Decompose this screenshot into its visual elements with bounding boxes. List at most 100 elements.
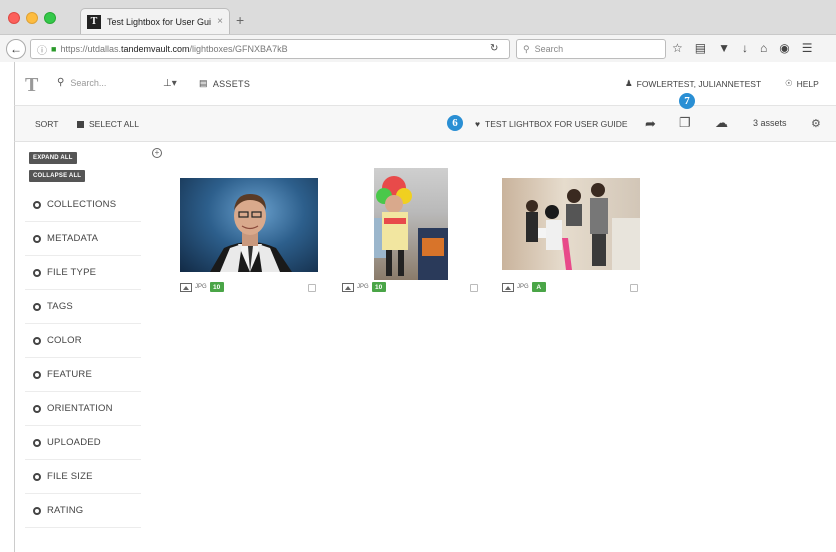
callout-marker-6: 6 — [447, 115, 463, 131]
facet-orientation[interactable]: ORIENTATION — [25, 392, 141, 426]
expand-circle-icon — [33, 438, 41, 447]
asset-meta: JPG 10 — [180, 282, 224, 292]
settings-gear-icon[interactable]: ⚙ — [811, 117, 821, 130]
facet-file-size[interactable]: FILE SIZE — [25, 460, 141, 494]
user-menu[interactable]: ♟ FOWLERTEST, JULIANNETEST — [625, 78, 761, 89]
assets-label: ASSETS — [212, 78, 251, 89]
minimize-window-button[interactable] — [26, 12, 38, 24]
heart-icon: ♥ — [475, 119, 481, 129]
checkbox-square-icon — [77, 120, 84, 128]
facet-label: FEATURE — [47, 369, 93, 380]
facet-label: ORIENTATION — [47, 403, 113, 414]
asset-select-checkbox[interactable] — [630, 284, 638, 292]
facet-feature[interactable]: FEATURE — [25, 358, 141, 392]
pocket-icon[interactable]: ▼ — [718, 41, 730, 55]
maximize-window-button[interactable] — [44, 12, 56, 24]
url-text: https://utdallas.tandemvault.com/lightbo… — [60, 44, 288, 54]
new-tab-button[interactable]: + — [236, 12, 244, 28]
lightbox-title-dropdown[interactable]: ♥ TEST LIGHTBOX FOR USER GUIDE — [475, 119, 628, 129]
image-file-icon — [502, 282, 514, 292]
facet-metadata[interactable]: METADATA — [25, 222, 141, 256]
expand-circle-icon — [33, 472, 41, 481]
reload-icon[interactable]: ↻ — [490, 43, 498, 54]
facet-uploaded[interactable]: UPLOADED — [25, 426, 141, 460]
expand-circle-icon — [33, 200, 41, 209]
facet-tags[interactable]: TAGS — [25, 290, 141, 324]
url-bar[interactable]: ⓘ ■ https://utdallas.tandemvault.com/lig… — [30, 39, 510, 59]
expand-circle-icon — [33, 268, 41, 277]
info-icon[interactable]: ⓘ — [37, 42, 47, 57]
portrait-photo — [210, 194, 292, 272]
user-icon: ♟ — [625, 78, 633, 88]
asset-select-checkbox[interactable] — [470, 284, 478, 292]
image-file-icon — [342, 282, 354, 292]
select-all-label: SELECT ALL — [89, 119, 139, 129]
tab-close-icon[interactable]: × — [217, 16, 223, 27]
menu-icon[interactable]: ☰ — [802, 41, 813, 55]
facet-file-type[interactable]: FILE TYPE — [25, 256, 141, 290]
app-search-placeholder: Search... — [70, 77, 107, 88]
add-circle-icon[interactable]: + — [152, 148, 162, 158]
lock-icon: ■ — [51, 44, 57, 54]
bookmark-star-icon[interactable]: ☆ — [672, 41, 683, 55]
facet-label: RATING — [47, 505, 84, 516]
select-all-button[interactable]: SELECT ALL — [77, 119, 139, 129]
asset-thumbnail-costume[interactable] — [374, 168, 448, 280]
facet-label: COLLECTIONS — [47, 199, 117, 210]
help-label: HELP — [796, 78, 819, 89]
asset-grid: + JPG 10 JPG 10 JPG A — [150, 142, 836, 540]
facet-label: UPLOADED — [47, 437, 101, 448]
help-link[interactable]: ☉ HELP — [785, 78, 819, 89]
file-type: JPG — [195, 284, 207, 290]
asset-meta: JPG 10 — [342, 282, 386, 292]
expand-circle-icon — [33, 506, 41, 515]
facet-color[interactable]: COLOR — [25, 324, 141, 358]
user-name: FOWLERTEST, JULIANNETEST — [636, 78, 762, 89]
page-bottom-edge — [14, 540, 836, 552]
browser-chrome: T Test Lightbox for User Gui... × + ← ⓘ … — [0, 0, 836, 62]
reading-list-icon[interactable]: ▤ — [695, 41, 706, 55]
facet-label: TAGS — [47, 301, 73, 312]
facet-rating[interactable]: RATING — [25, 494, 141, 528]
app-search-field[interactable]: ⚲ Search... — [57, 77, 106, 88]
app-header: T ⚲ Search... ⊥▾ ▤ ASSETS ♟ FOWLERTEST, … — [14, 62, 836, 106]
callout-marker-7: 7 — [679, 93, 695, 109]
asset-select-checkbox[interactable] — [308, 284, 316, 292]
tab-strip: T Test Lightbox for User Gui... × + — [0, 0, 836, 34]
expand-circle-icon — [33, 370, 41, 379]
hierarchy-dropdown-icon[interactable]: ⊥▾ — [163, 78, 177, 89]
extension-icon[interactable]: ◉ — [779, 41, 789, 55]
tandemvault-logo[interactable]: T — [25, 74, 38, 97]
browser-search-placeholder: Search — [534, 44, 564, 54]
browser-tab[interactable]: T Test Lightbox for User Gui... × — [80, 8, 230, 34]
assets-link[interactable]: ▤ ASSETS — [199, 78, 250, 89]
asset-thumbnail-group[interactable] — [502, 178, 640, 270]
cloud-download-icon[interactable]: ☁ — [715, 115, 728, 131]
back-button[interactable]: ← — [6, 39, 26, 59]
share-icon[interactable]: ➦ — [645, 116, 656, 132]
facet-collections[interactable]: COLLECTIONS — [25, 188, 141, 222]
expand-circle-icon — [33, 336, 41, 345]
lightbox-toolbar: SORT SELECT ALL 6 ♥ TEST LIGHTBOX FOR US… — [14, 93, 836, 142]
collapse-all-button[interactable]: COLLAPSE ALL — [29, 170, 86, 182]
costume-photo — [374, 176, 448, 280]
download-icon[interactable]: ↓ — [742, 41, 748, 55]
facet-label: COLOR — [47, 335, 82, 346]
close-window-button[interactable] — [8, 12, 20, 24]
asset-meta: JPG A — [502, 282, 546, 292]
magnifier-icon: ⚲ — [523, 43, 530, 54]
facet-label: FILE TYPE — [47, 267, 97, 278]
home-icon[interactable]: ⌂ — [760, 41, 767, 55]
browser-search-field[interactable]: ⚲ Search — [516, 39, 666, 59]
facet-label: FILE SIZE — [47, 471, 93, 482]
expand-circle-icon — [33, 404, 41, 413]
file-type: JPG — [517, 284, 529, 290]
expand-circle-icon — [33, 234, 41, 243]
asset-thumbnail-portrait[interactable] — [180, 178, 318, 272]
rating-badge: A — [531, 282, 546, 292]
back-arrow-icon: ← — [10, 42, 22, 56]
duplicate-icon[interactable]: ❐ — [679, 115, 691, 131]
filter-sidebar: EXPAND ALL COLLAPSE ALL COLLECTIONS META… — [14, 142, 150, 540]
sort-button[interactable]: SORT — [35, 119, 58, 129]
expand-all-button[interactable]: EXPAND ALL — [29, 152, 77, 164]
